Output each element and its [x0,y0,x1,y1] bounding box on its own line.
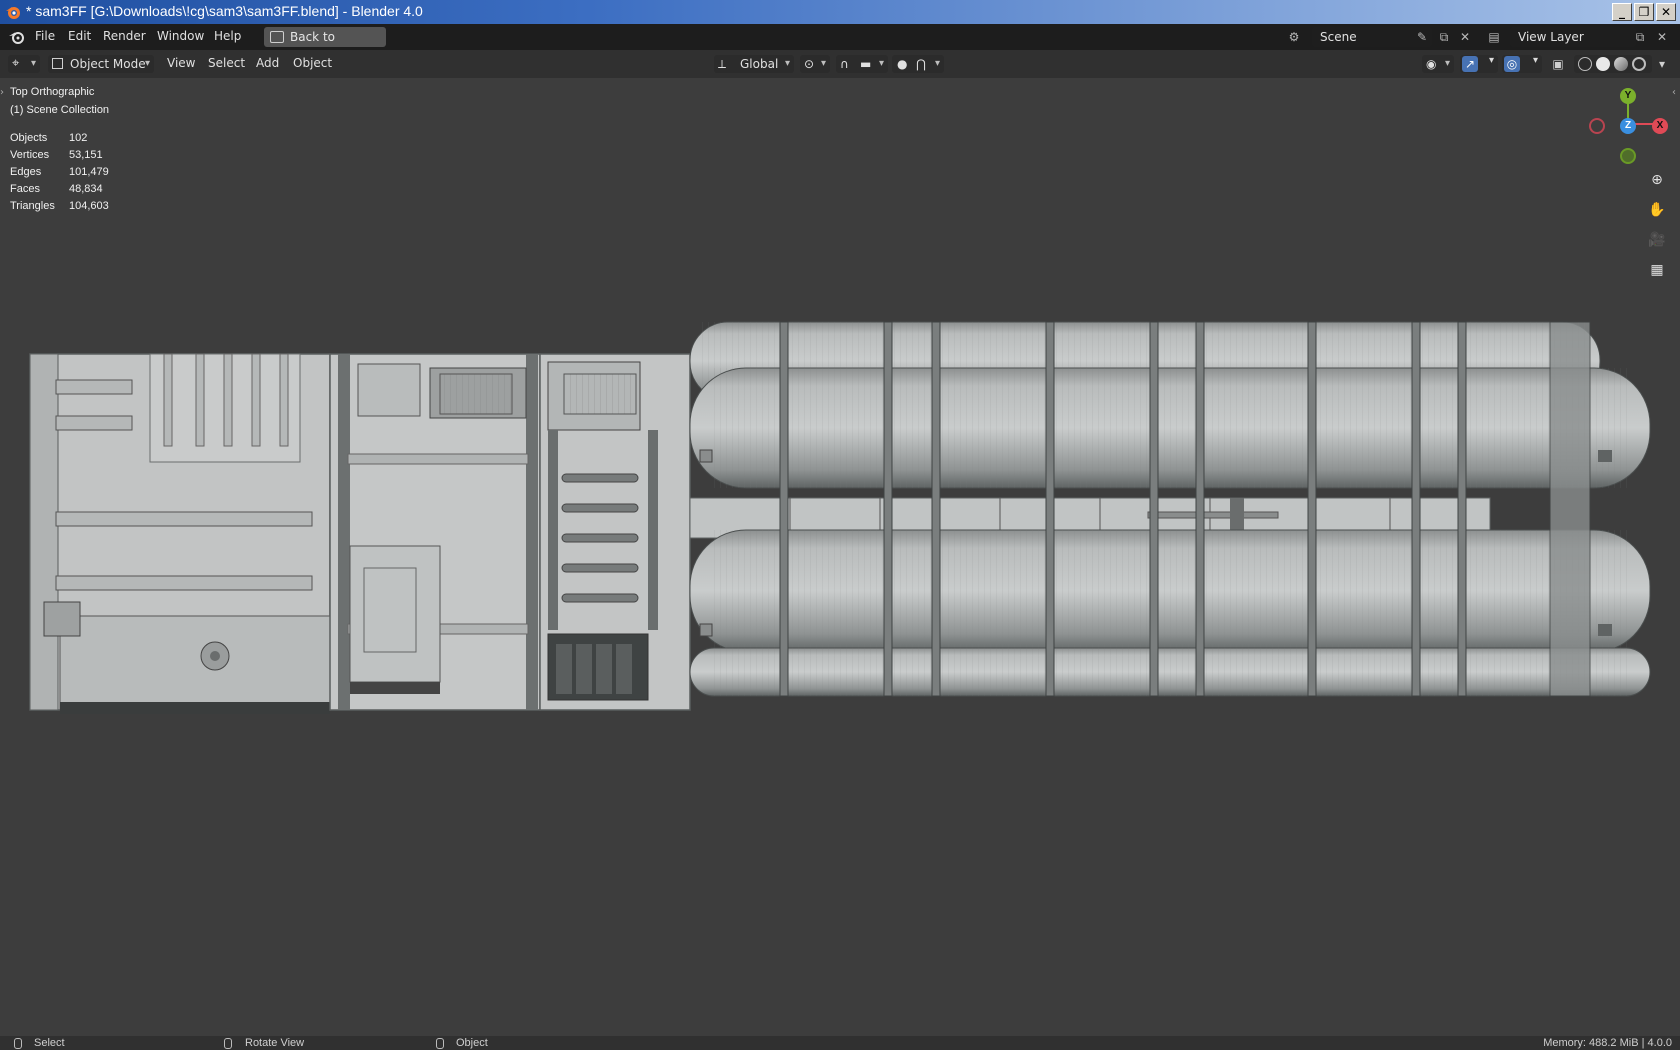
shading-options-chevron-icon[interactable]: ▾ [1654,56,1670,72]
memory-version-label: Memory: 488.2 MiB | 4.0.0 [1543,1037,1672,1049]
view-layer-label: View Layer [1518,30,1584,44]
blender-logo-icon [6,7,20,19]
viewport-menu-add[interactable]: Add [256,56,279,70]
object-mode-icon [52,58,63,69]
missile-tube-3 [689,529,1651,653]
menu-help[interactable]: Help [214,29,241,43]
back-to-previous-button[interactable]: Back to Previous [264,27,386,64]
view-layer-browse-icon[interactable]: ▤ [1486,29,1502,45]
overlays-icon[interactable]: ◎ [1504,56,1520,72]
solid-shading-icon[interactable] [1596,57,1610,71]
object-visibility-dropdown[interactable]: ◉ ▾ [1422,55,1454,73]
delete-view-layer-icon[interactable]: ✕ [1654,29,1670,45]
pivot-point-icon: ⊙ [804,57,815,71]
missile-tube-4 [689,647,1651,697]
minimize-button[interactable]: _ [1612,3,1632,21]
menu-render[interactable]: Render [103,29,146,43]
chevron-down-icon: ▾ [1488,55,1494,66]
window-title: * sam3FF [G:\Downloads\!cg\sam3\sam3FF.b… [26,3,423,19]
viewport-menu-view[interactable]: View [167,56,195,70]
chevron-down-icon: ▾ [934,58,940,69]
editor-type-dropdown[interactable]: ⌖ ▾ [8,55,40,73]
gizmo-icon[interactable]: ↗ [1462,56,1478,72]
snapping-group[interactable]: ∩ ▬ ▾ [836,55,888,73]
close-window-button[interactable]: ✕ [1656,3,1676,21]
missile-tube-2 [689,367,1651,489]
viewport-menu-object[interactable]: Object [293,56,332,70]
scene-name-label: Scene [1320,30,1357,44]
chevron-down-icon: ▾ [30,58,36,69]
window-titlebar: * sam3FF [G:\Downloads\!cg\sam3\sam3FF.b… [0,0,1680,24]
overlay-toggle-group[interactable]: ◎ ▾ [1502,55,1542,73]
editor-type-icon: ⌖ [12,56,20,71]
mouse-left-icon [14,1038,22,1049]
mouse-middle-icon [224,1038,232,1049]
viewport-menu-select[interactable]: Select [208,56,245,70]
status-object-label: Object [456,1037,488,1049]
menu-file[interactable]: File [35,29,55,43]
status-select-label: Select [34,1037,65,1049]
shading-mode-group[interactable] [1574,55,1652,73]
rendered-shading-icon[interactable] [1632,57,1646,71]
gizmo-toggle-group[interactable]: ↗ ▾ [1460,55,1498,73]
proportional-edit-icon[interactable]: ● [897,55,907,73]
new-view-layer-icon[interactable]: ⧉ [1632,29,1648,45]
fullscreen-back-icon [270,31,284,43]
chevron-down-icon: ▾ [784,58,790,69]
blender-menu-icon[interactable] [8,29,26,45]
chevron-down-icon: ▾ [878,58,884,69]
object-mode-label: Object Mode [70,57,146,71]
object-mode-dropdown[interactable]: Object Mode ▾ [48,55,154,73]
chevron-down-icon: ▾ [1532,55,1538,66]
mid-section [329,353,541,711]
transform-orientation-dropdown[interactable]: ⟂ Global ▾ [714,55,794,73]
3d-viewport[interactable]: Top Orthographic (1) Scene Collection Ob… [0,78,1680,1036]
sam-launcher-model[interactable] [0,78,1680,1036]
delete-scene-icon[interactable]: ✕ [1457,29,1473,45]
material-preview-icon[interactable] [1614,57,1628,71]
view-layer-field[interactable]: View Layer [1510,27,1636,47]
mouse-right-icon [436,1038,444,1049]
menu-edit[interactable]: Edit [68,29,91,43]
snap-target-icon[interactable]: ▬ [860,55,871,73]
proportional-editing-group[interactable]: ● ⋂ ▾ [892,55,944,73]
new-scene-icon[interactable]: ⧉ [1436,29,1452,45]
menu-window[interactable]: Window [157,29,204,43]
status-bar: Select Rotate View Object Memory: 488.2 … [0,1036,1680,1050]
xray-toggle-icon[interactable]: ▣ [1550,56,1566,72]
eye-icon: ◉ [1426,57,1437,71]
top-menubar: File Edit Render Window Help Back to Pre… [0,24,1680,64]
status-rotate-label: Rotate View [245,1037,305,1049]
rear-deck-section [539,353,691,711]
pivot-point-dropdown[interactable]: ⊙ ▾ [800,55,830,73]
cab-section [29,353,331,714]
wireframe-shading-icon[interactable] [1578,57,1592,71]
pin-icon[interactable]: ✎ [1414,29,1430,45]
orientation-axes-icon: ⟂ [718,57,727,71]
scene-browse-icon[interactable]: ⚙ [1286,29,1302,45]
snap-magnet-icon[interactable]: ∩ [840,55,849,73]
falloff-curve-icon[interactable]: ⋂ [916,55,926,73]
restore-button[interactable]: ❐ [1634,3,1654,21]
viewport-header: ⌖ ▾ Object Mode ▾ View Select Add Object… [0,50,1680,78]
chevron-down-icon: ▾ [144,58,150,69]
chevron-down-icon: ▾ [820,58,826,69]
transform-orientation-label: Global [740,57,779,71]
chevron-down-icon: ▾ [1444,58,1450,69]
